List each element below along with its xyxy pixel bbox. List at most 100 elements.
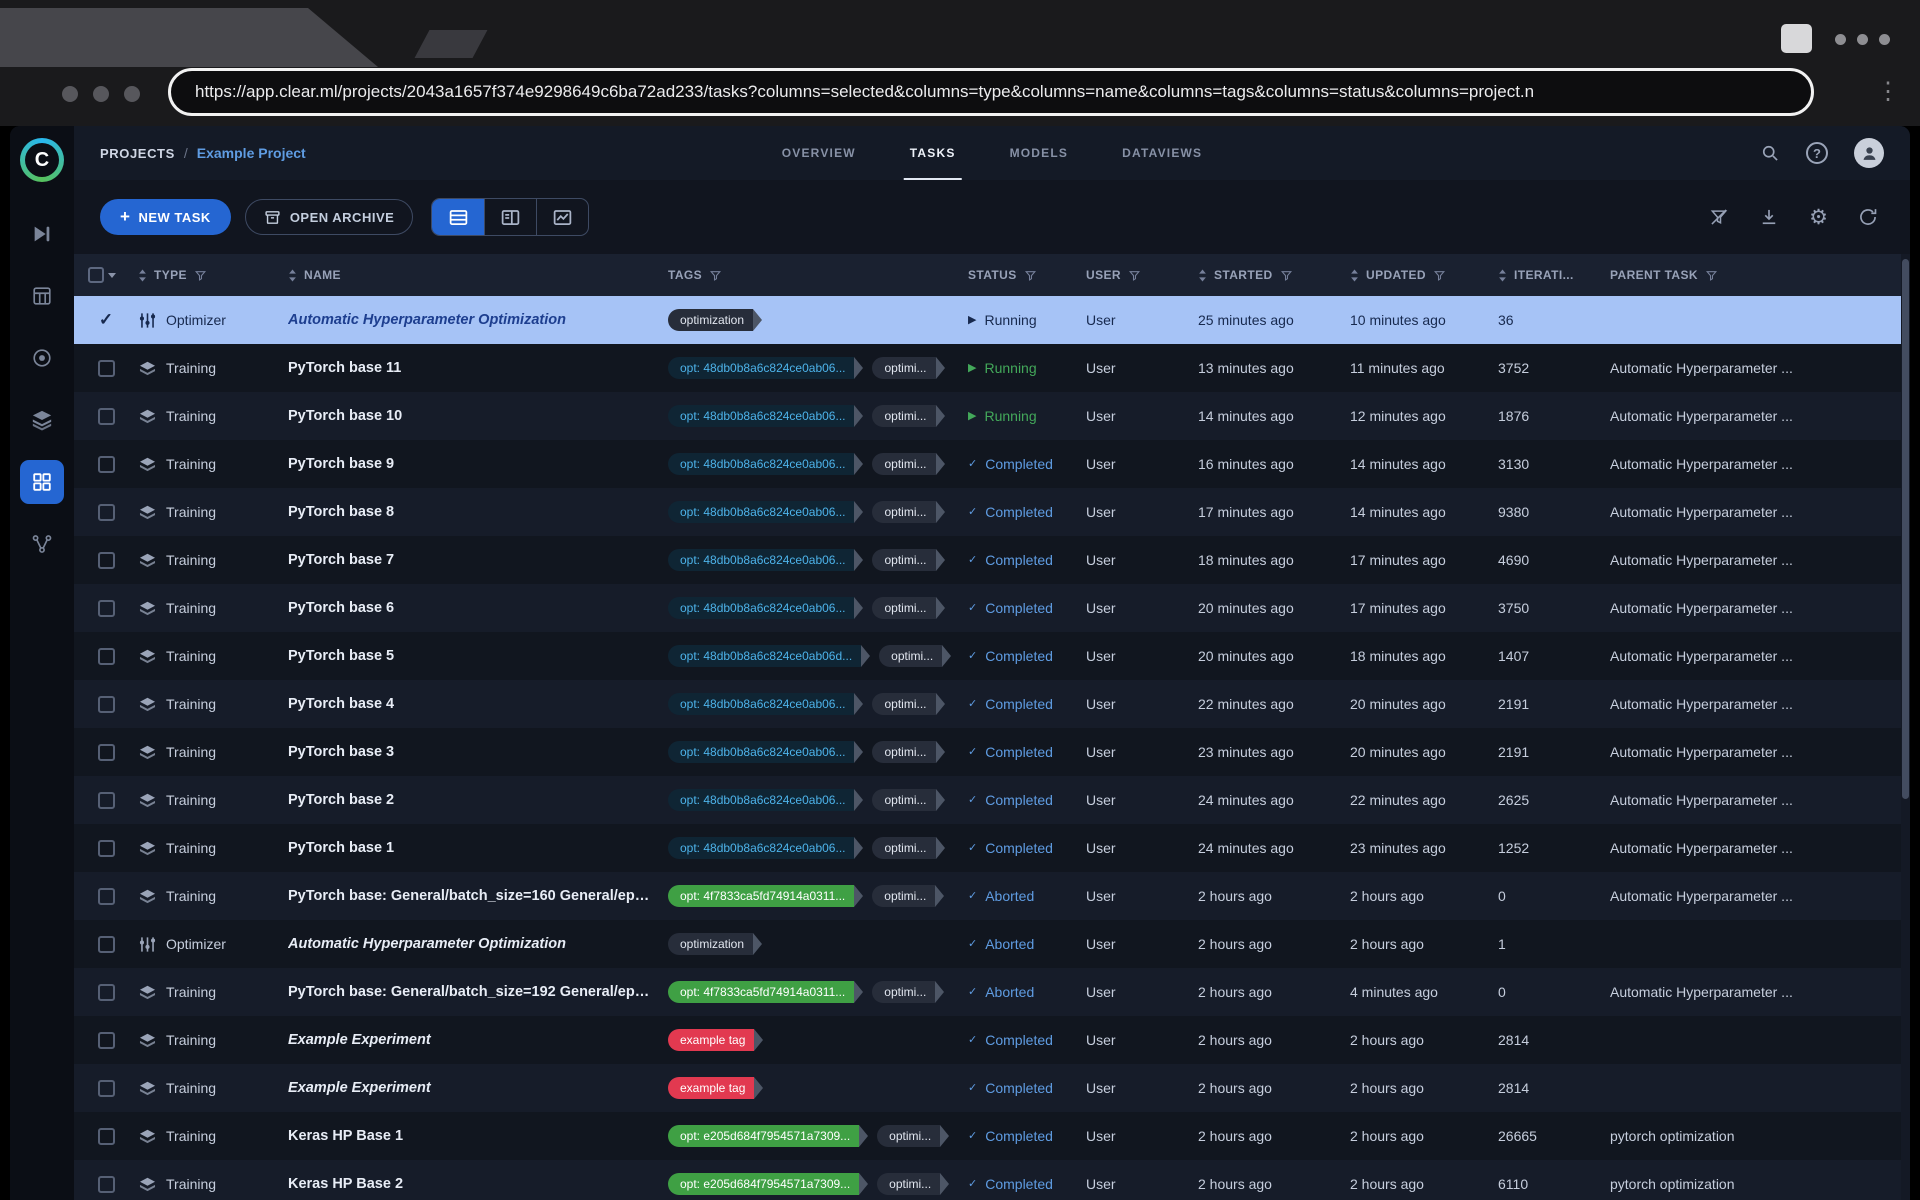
row-select[interactable] bbox=[74, 1128, 138, 1145]
window-buttons[interactable] bbox=[62, 86, 140, 102]
filter-icon[interactable] bbox=[1128, 269, 1141, 282]
table-row[interactable]: Training PyTorch base 9 opt: 48db0b8a6c8… bbox=[74, 440, 1910, 488]
chevron-down-icon[interactable] bbox=[108, 273, 116, 278]
task-name[interactable]: PyTorch base 7 bbox=[288, 552, 668, 568]
column-header-parent-task[interactable]: PARENT TASK bbox=[1610, 268, 1910, 282]
row-select[interactable] bbox=[74, 1032, 138, 1049]
table-view-button[interactable] bbox=[432, 199, 484, 235]
task-name[interactable]: Keras HP Base 1 bbox=[288, 1128, 668, 1144]
table-row[interactable]: Training PyTorch base 1 opt: 48db0b8a6c8… bbox=[74, 824, 1910, 872]
column-header-status[interactable]: STATUS bbox=[968, 268, 1086, 282]
row-checkbox[interactable] bbox=[98, 1080, 115, 1097]
tab-dataviews[interactable]: DATAVIEWS bbox=[1122, 126, 1202, 180]
filter-icon[interactable] bbox=[1705, 269, 1718, 282]
table-row[interactable]: Training PyTorch base 5 opt: 48db0b8a6c8… bbox=[74, 632, 1910, 680]
filter-off-icon[interactable] bbox=[1709, 207, 1729, 227]
clearml-logo[interactable]: C bbox=[20, 138, 64, 182]
table-row[interactable]: Training Keras HP Base 1 opt: e205d684f7… bbox=[74, 1112, 1910, 1160]
task-name[interactable]: PyTorch base 6 bbox=[288, 600, 668, 616]
help-icon[interactable] bbox=[1806, 142, 1828, 164]
row-select[interactable] bbox=[74, 1080, 138, 1097]
filter-icon[interactable] bbox=[1024, 269, 1037, 282]
row-select[interactable] bbox=[74, 360, 138, 377]
row-select[interactable] bbox=[74, 984, 138, 1001]
row-select[interactable] bbox=[74, 888, 138, 905]
row-checkbox[interactable] bbox=[98, 360, 115, 377]
task-name[interactable]: PyTorch base 2 bbox=[288, 792, 668, 808]
row-checkbox[interactable] bbox=[98, 648, 115, 665]
new-task-button[interactable]: NEW TASK bbox=[100, 199, 231, 235]
tab-overview[interactable]: OVERVIEW bbox=[782, 126, 856, 180]
sort-icon[interactable] bbox=[1498, 269, 1507, 282]
table-row[interactable]: Training PyTorch base: General/batch_siz… bbox=[74, 968, 1910, 1016]
row-checkbox[interactable] bbox=[98, 552, 115, 569]
task-name[interactable]: PyTorch base 10 bbox=[288, 408, 668, 424]
column-header-user[interactable]: USER bbox=[1086, 268, 1198, 282]
task-name[interactable]: Example Experiment bbox=[288, 1080, 668, 1096]
row-select[interactable] bbox=[74, 696, 138, 713]
sidebar-item-apps[interactable] bbox=[20, 336, 64, 380]
task-name[interactable]: PyTorch base 11 bbox=[288, 360, 668, 376]
table-row[interactable]: Training PyTorch base 2 opt: 48db0b8a6c8… bbox=[74, 776, 1910, 824]
column-header-updated[interactable]: UPDATED bbox=[1350, 268, 1498, 282]
column-header-started[interactable]: STARTED bbox=[1198, 268, 1350, 282]
table-row[interactable]: Training PyTorch base: General/batch_siz… bbox=[74, 872, 1910, 920]
profile-avatar[interactable] bbox=[1854, 138, 1884, 168]
scrollbar-thumb[interactable] bbox=[1902, 259, 1909, 799]
auto-refresh-icon[interactable] bbox=[1858, 207, 1878, 227]
column-header-tags[interactable]: TAGS bbox=[668, 268, 968, 282]
column-header-iterati[interactable]: ITERATI... bbox=[1498, 268, 1610, 282]
task-name[interactable]: PyTorch base 9 bbox=[288, 456, 668, 472]
row-select[interactable] bbox=[74, 408, 138, 425]
breadcrumb-project-name[interactable]: Example Project bbox=[197, 145, 306, 161]
row-select[interactable] bbox=[74, 1176, 138, 1193]
sidebar-item-reports[interactable] bbox=[20, 460, 64, 504]
row-checkbox[interactable] bbox=[98, 696, 115, 713]
row-checkbox[interactable] bbox=[98, 792, 115, 809]
browser-tab-secondary[interactable] bbox=[415, 30, 488, 58]
table-row[interactable]: ✓ Optimizer Automatic Hyperparameter Opt… bbox=[74, 296, 1910, 344]
table-row[interactable]: Training PyTorch base 11 opt: 48db0b8a6c… bbox=[74, 344, 1910, 392]
row-checkbox[interactable] bbox=[98, 456, 115, 473]
row-checkbox[interactable] bbox=[98, 1176, 115, 1193]
task-name[interactable]: Automatic Hyperparameter Optimization bbox=[288, 936, 668, 952]
task-name[interactable]: Example Experiment bbox=[288, 1032, 668, 1048]
sort-icon[interactable] bbox=[138, 269, 147, 282]
window-menu-dots-icon[interactable] bbox=[1835, 34, 1890, 45]
table-row[interactable]: Training PyTorch base 6 opt: 48db0b8a6c8… bbox=[74, 584, 1910, 632]
row-checkbox[interactable] bbox=[98, 504, 115, 521]
browser-tab[interactable] bbox=[0, 8, 380, 67]
table-row[interactable]: Training PyTorch base 3 opt: 48db0b8a6c8… bbox=[74, 728, 1910, 776]
table-row[interactable]: Training PyTorch base 10 opt: 48db0b8a6c… bbox=[74, 392, 1910, 440]
task-name[interactable]: PyTorch base 4 bbox=[288, 696, 668, 712]
breadcrumb-projects[interactable]: PROJECTS bbox=[100, 146, 175, 161]
task-name[interactable]: PyTorch base 8 bbox=[288, 504, 668, 520]
row-select[interactable]: ✓ bbox=[74, 310, 138, 330]
filter-icon[interactable] bbox=[1280, 269, 1293, 282]
row-select[interactable] bbox=[74, 600, 138, 617]
table-row[interactable]: Training PyTorch base 4 opt: 48db0b8a6c8… bbox=[74, 680, 1910, 728]
task-name[interactable]: PyTorch base 3 bbox=[288, 744, 668, 760]
table-row[interactable]: Optimizer Automatic Hyperparameter Optim… bbox=[74, 920, 1910, 968]
row-checkbox[interactable] bbox=[98, 984, 115, 1001]
sort-icon[interactable] bbox=[1198, 269, 1207, 282]
tab-tasks[interactable]: TASKS bbox=[910, 126, 956, 180]
split-view-button[interactable] bbox=[484, 199, 536, 235]
column-header-name[interactable]: NAME bbox=[288, 268, 668, 282]
sidebar-item-pipelines[interactable] bbox=[20, 522, 64, 566]
filter-icon[interactable] bbox=[709, 269, 722, 282]
table-row[interactable]: Training Example Experiment example tag … bbox=[74, 1064, 1910, 1112]
sidebar-item-projects[interactable] bbox=[20, 274, 64, 318]
filter-icon[interactable] bbox=[194, 269, 207, 282]
row-select[interactable] bbox=[74, 504, 138, 521]
task-name[interactable]: PyTorch base: General/batch_size=192 Gen… bbox=[288, 984, 668, 1000]
table-row[interactable]: Training PyTorch base 7 opt: 48db0b8a6c8… bbox=[74, 536, 1910, 584]
tab-models[interactable]: MODELS bbox=[1010, 126, 1069, 180]
scrollbar[interactable] bbox=[1901, 254, 1910, 1200]
row-checkbox[interactable] bbox=[98, 600, 115, 617]
chart-view-button[interactable] bbox=[536, 199, 588, 235]
row-checkbox[interactable] bbox=[98, 936, 115, 953]
settings-icon[interactable] bbox=[1809, 207, 1828, 228]
task-name[interactable]: PyTorch base 1 bbox=[288, 840, 668, 856]
row-checkbox[interactable] bbox=[98, 1032, 115, 1049]
